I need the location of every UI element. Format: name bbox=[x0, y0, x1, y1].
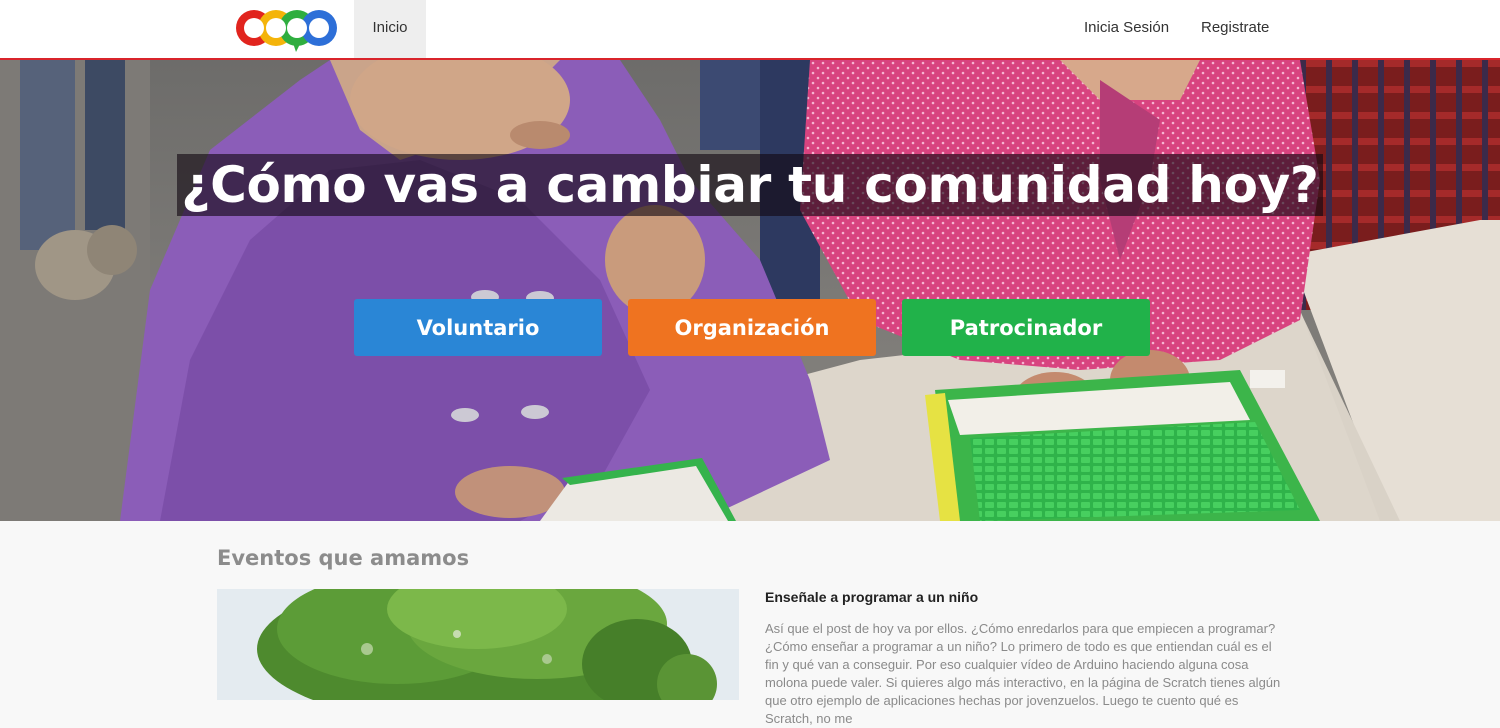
top-navbar: Inicio Inicia Sesión Registrate bbox=[0, 0, 1500, 60]
nav-register-link[interactable]: Registrate bbox=[1201, 0, 1269, 58]
nav-login-link[interactable]: Inicia Sesión bbox=[1084, 0, 1169, 58]
event-title[interactable]: Enseñale a programar a un niño bbox=[765, 589, 978, 605]
hero-title-wrap: ¿Cómo vas a cambiar tu comunidad hoy? bbox=[0, 154, 1500, 216]
colorful-circles-logo[interactable] bbox=[234, 6, 338, 56]
events-heading: Eventos que amamos bbox=[217, 546, 470, 570]
tree-photo bbox=[217, 589, 739, 700]
hero-banner: ¿Cómo vas a cambiar tu comunidad hoy? Vo… bbox=[0, 60, 1500, 521]
event-image[interactable] bbox=[217, 589, 739, 700]
event-body: Así que el post de hoy va por ellos. ¿Có… bbox=[765, 621, 1281, 726]
volunteer-button[interactable]: Voluntario bbox=[354, 299, 602, 356]
organization-button[interactable]: Organización bbox=[628, 299, 876, 356]
hero-photo-children-laptops bbox=[0, 60, 1500, 521]
hero-title: ¿Cómo vas a cambiar tu comunidad hoy? bbox=[177, 154, 1323, 216]
sponsor-button[interactable]: Patrocinador bbox=[902, 299, 1150, 356]
nav-inicio-link[interactable]: Inicio bbox=[354, 0, 426, 58]
